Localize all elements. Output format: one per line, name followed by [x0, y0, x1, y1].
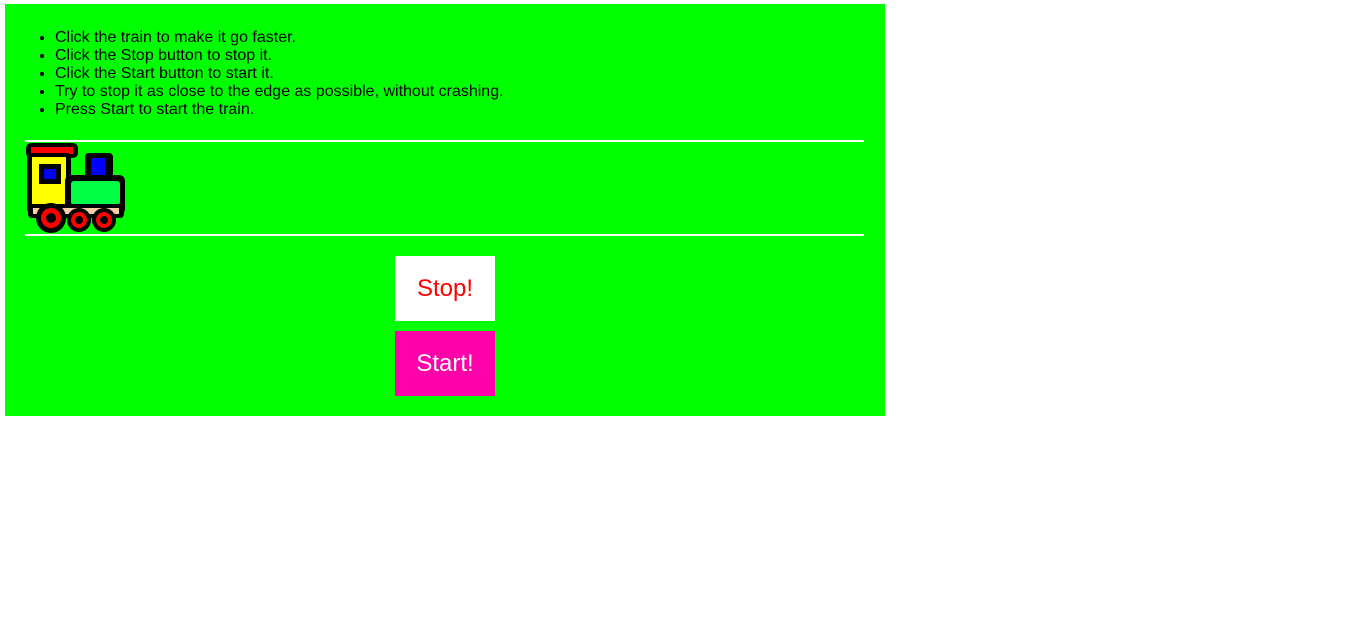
instruction-item: Click the Start button to start it.: [55, 65, 504, 83]
instruction-item: Try to stop it as close to the edge as p…: [55, 83, 504, 101]
instruction-item: Click the train to make it go faster.: [55, 29, 504, 47]
track-bottom-line: [25, 234, 864, 236]
start-button[interactable]: Start!: [395, 331, 495, 396]
track-top-line: [25, 140, 864, 142]
train-icon[interactable]: [25, 142, 125, 234]
instructions-list: Click the train to make it go faster. Cl…: [5, 29, 504, 119]
instruction-item: Press Start to start the train.: [55, 101, 504, 119]
game-panel: Click the train to make it go faster. Cl…: [5, 4, 885, 416]
stop-button[interactable]: Stop!: [395, 256, 495, 321]
instruction-item: Click the Stop button to stop it.: [55, 47, 504, 65]
